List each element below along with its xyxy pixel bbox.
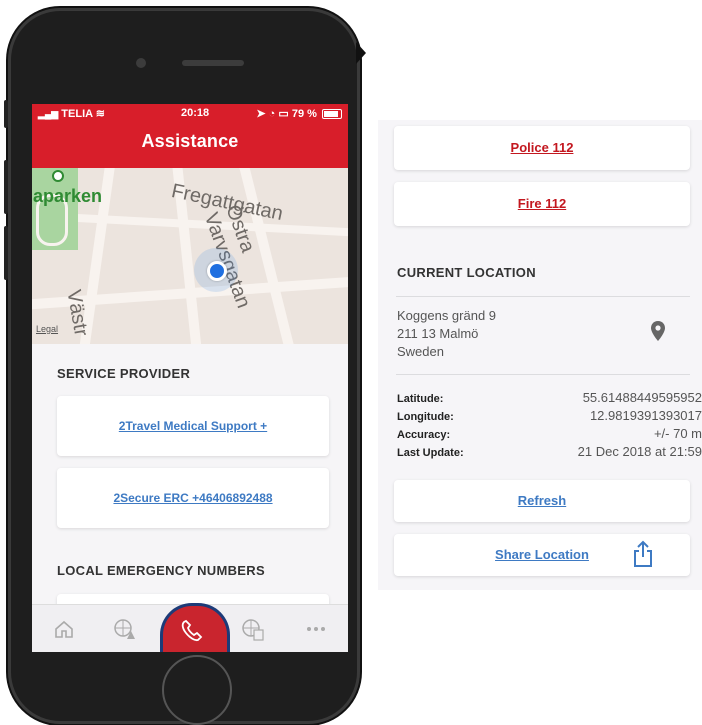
earpiece-speaker [182, 60, 244, 66]
signal-icon: ▂▄▆ [38, 109, 59, 119]
address-line-1: Koggens gränd 9 [397, 308, 497, 323]
status-time: 20:18 [181, 107, 210, 119]
more-icon [307, 627, 325, 631]
latitude-label: Latitude: [397, 393, 444, 405]
map-pin-icon [651, 321, 665, 341]
share-location-button[interactable]: Share Location [495, 547, 589, 562]
app-screen: ▂▄▆ TELIA ≋ 20:18 ➤ ◔ ▭ 79 % Assistance [32, 104, 348, 652]
park-pin-icon [52, 170, 64, 182]
screen-mirror-icon: ▭ [278, 108, 289, 120]
mute-switch [4, 100, 8, 128]
accuracy-value: +/- 70 m [653, 426, 702, 441]
divider [396, 374, 690, 375]
park-area [32, 168, 78, 250]
globe-document-icon [242, 619, 264, 641]
secure-erc-link[interactable]: 2Secure ERC +46406892488 [113, 491, 272, 505]
home-button[interactable] [162, 655, 232, 725]
travel-medical-link[interactable]: 2Travel Medical Support + [119, 419, 267, 433]
share-icon[interactable] [632, 540, 654, 568]
last-update-value: 21 Dec 2018 at 21:59 [577, 444, 702, 459]
location-arrow-icon: ➤ [256, 108, 266, 120]
phone-call-icon [181, 619, 203, 642]
local-emergency-header: LOCAL EMERGENCY NUMBERS [57, 563, 265, 578]
status-bar: ▂▄▆ TELIA ≋ 20:18 ➤ ◔ ▭ 79 % [38, 107, 342, 121]
carrier-status: ▂▄▆ TELIA ≋ [38, 107, 105, 120]
phone-frame: ▂▄▆ TELIA ≋ 20:18 ➤ ◔ ▭ 79 % Assistance [4, 8, 360, 725]
park-label: iaparken [32, 186, 103, 206]
decorative-marker [356, 42, 366, 64]
refresh-button[interactable]: Refresh [518, 493, 566, 508]
map-legal-link[interactable]: Legal [36, 324, 58, 334]
battery-percent: 79 % [291, 108, 317, 120]
service-provider-card-travel[interactable]: 2Travel Medical Support + [57, 396, 329, 456]
globe-alert-icon [114, 619, 135, 639]
battery-icon [322, 109, 342, 120]
police-link[interactable]: Police 112 [511, 140, 574, 155]
longitude-value: 12.9819391393017 [589, 408, 702, 423]
front-camera [136, 58, 146, 68]
fire-card[interactable]: Fire 112 [394, 182, 690, 226]
service-provider-card-secure[interactable]: 2Secure ERC +46406892488 [57, 468, 329, 528]
tab-travel-info[interactable] [240, 617, 264, 641]
page-title: Assistance [141, 131, 239, 151]
status-right: ➤ ◔ ▭ 79 % [256, 107, 342, 120]
current-location-header: CURRENT LOCATION [397, 265, 536, 280]
tab-more[interactable] [304, 617, 328, 641]
location-detail-panel: Police 112 Fire 112 CURRENT LOCATION Kog… [378, 120, 702, 590]
volume-up-button [4, 160, 8, 214]
coordinates-block: Latitude: 55.61488449595952 Longitude: 1… [378, 390, 702, 466]
latitude-value: 55.61488449595952 [582, 390, 702, 405]
alarm-icon: ◔ [268, 108, 276, 120]
home-icon [55, 620, 73, 638]
share-location-card[interactable]: Share Location [394, 534, 690, 576]
current-location-dot [207, 261, 227, 281]
volume-down-button [4, 226, 8, 280]
accuracy-label: Accuracy: [397, 429, 451, 441]
map-road [32, 210, 348, 238]
address-line-3: Sweden [397, 344, 444, 359]
service-provider-header: SERVICE PROVIDER [57, 366, 191, 381]
address-line-2: 211 13 Malmö [397, 326, 479, 341]
longitude-label: Longitude: [397, 411, 454, 423]
tab-travel-alerts[interactable] [112, 617, 136, 641]
nav-bar: ▂▄▆ TELIA ≋ 20:18 ➤ ◔ ▭ 79 % Assistance [32, 104, 348, 168]
divider [396, 296, 690, 297]
refresh-card[interactable]: Refresh [394, 480, 690, 522]
carrier-name: TELIA [61, 108, 93, 120]
fire-link[interactable]: Fire 112 [518, 196, 566, 211]
last-update-label: Last Update: [397, 447, 464, 459]
tab-home[interactable] [52, 617, 76, 641]
location-map[interactable]: iaparken Fregattgatan Östra Varvsgatan V… [32, 168, 348, 344]
tab-assistance[interactable] [160, 603, 230, 652]
police-card[interactable]: Police 112 [394, 126, 690, 170]
tab-bar [32, 603, 348, 652]
wifi-icon: ≋ [95, 108, 105, 120]
